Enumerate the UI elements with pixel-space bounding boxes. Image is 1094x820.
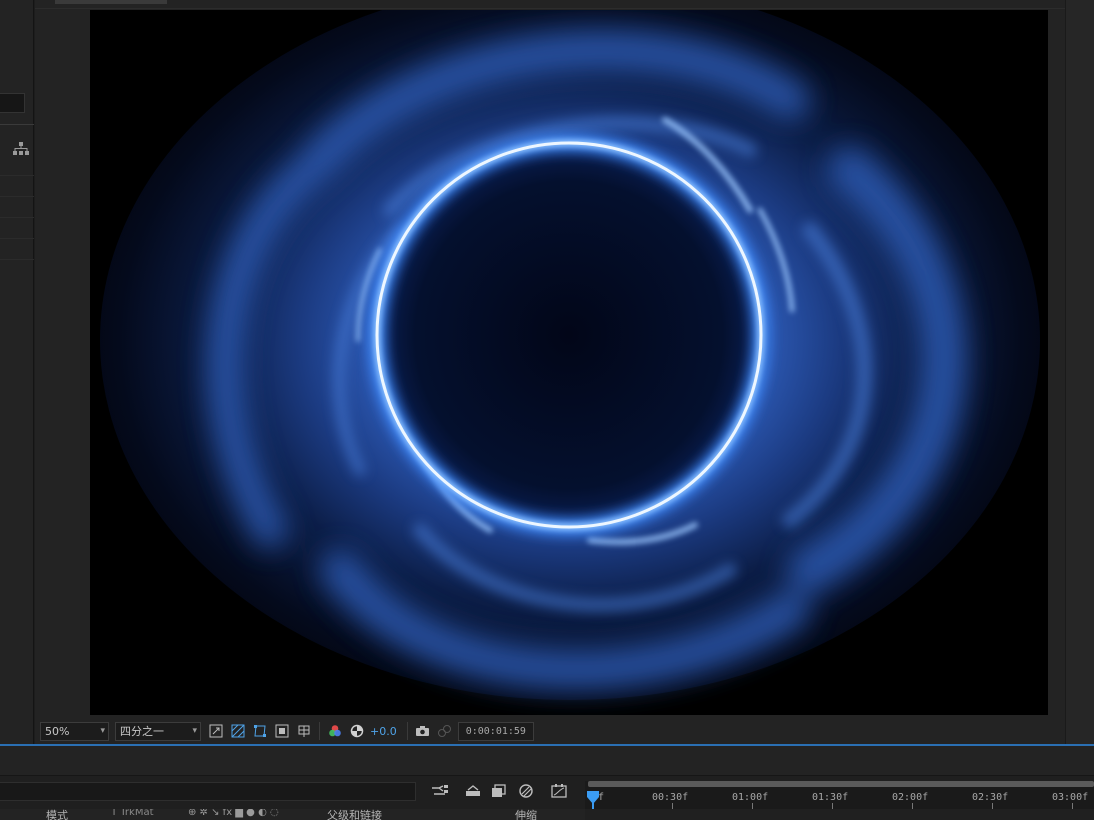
toolbar-separator [406, 722, 408, 740]
fast-preview-icon[interactable] [207, 722, 225, 740]
timeline-search-input[interactable] [0, 782, 416, 801]
draft-3d-icon[interactable] [463, 782, 483, 800]
vortex-ring-render [90, 10, 1048, 715]
parent-link-column-header[interactable]: 父级和链接 [327, 809, 382, 820]
layer-column-header: 模式 T TrkMat ⊕ ✲ ↘ fx ▇ ● ◐ ◌ 父级和链接 伸缩 [0, 809, 585, 820]
chevron-down-icon: ▾ [192, 725, 197, 736]
resolution-value: 四分之一 [120, 725, 164, 738]
shy-layers-icon[interactable] [489, 782, 509, 800]
transparency-grid-icon[interactable] [229, 722, 247, 740]
panel-divider-line [0, 124, 34, 125]
graph-editor-icon[interactable] [549, 782, 569, 800]
right-panel-edge [1065, 0, 1094, 744]
region-of-interest-icon[interactable] [273, 722, 291, 740]
timeline-tab-bar [0, 746, 1094, 776]
switches-column-icons[interactable]: ⊕ ✲ ↘ fx ▇ ● ◐ ◌ [188, 809, 279, 818]
list-row-line [0, 196, 34, 197]
ruler-label: 01:30f [812, 792, 849, 803]
flowchart-icon[interactable] [13, 142, 29, 156]
composition-flowchart-icon[interactable] [430, 782, 450, 800]
list-row-line [0, 217, 34, 218]
composition-tab[interactable] [55, 0, 167, 4]
project-panel [0, 0, 34, 744]
trkmat-column-header[interactable]: T TrkMat [111, 809, 154, 818]
mask-path-icon[interactable] [251, 722, 269, 740]
work-area-bar[interactable] [588, 781, 1094, 787]
project-search-field[interactable] [0, 93, 25, 113]
ruler-label: 02:00f [892, 792, 929, 803]
exposure-value[interactable]: +0.0 [370, 725, 397, 738]
list-row-line [0, 259, 34, 260]
composition-header-line [35, 8, 1065, 9]
toolbar-separator [319, 722, 320, 740]
frame-blending-icon[interactable] [516, 782, 536, 800]
camera-snapshot-icon[interactable] [414, 722, 432, 740]
ruler-label: 00:30f [652, 792, 689, 803]
ruler-label: 02:30f [972, 792, 1009, 803]
show-snapshot-icon[interactable] [436, 722, 454, 740]
track-area[interactable] [585, 809, 1094, 820]
zoom-dropdown[interactable]: 50% ▾ [40, 721, 109, 741]
grid-guides-icon[interactable] [295, 722, 313, 740]
ruler-label: 01:00f [732, 792, 769, 803]
composition-viewer[interactable] [90, 10, 1048, 715]
reset-exposure-icon[interactable] [348, 722, 366, 740]
resolution-dropdown[interactable]: 四分之一 ▾ [115, 721, 201, 741]
ruler-label: 03:00f [1052, 792, 1089, 803]
viewer-toolbar: 50% ▾ 四分之一 ▾ +0.0 0:00:01:59 [35, 719, 1065, 743]
chevron-down-icon: ▾ [100, 725, 105, 736]
stretch-column-header[interactable]: 伸缩 [515, 809, 537, 820]
current-time-display[interactable]: 0:00:01:59 [457, 721, 534, 741]
list-row-line [0, 238, 34, 239]
time-ruler[interactable]: 0f 00:30f 01:00f 01:30f 02:00f 02:30f 03… [585, 781, 1094, 809]
current-time-value: 0:00:01:59 [465, 725, 526, 737]
list-row-line [0, 175, 34, 176]
color-channels-icon[interactable] [326, 722, 344, 740]
mode-column-header[interactable]: 模式 [46, 809, 68, 820]
zoom-value: 50% [45, 724, 70, 738]
